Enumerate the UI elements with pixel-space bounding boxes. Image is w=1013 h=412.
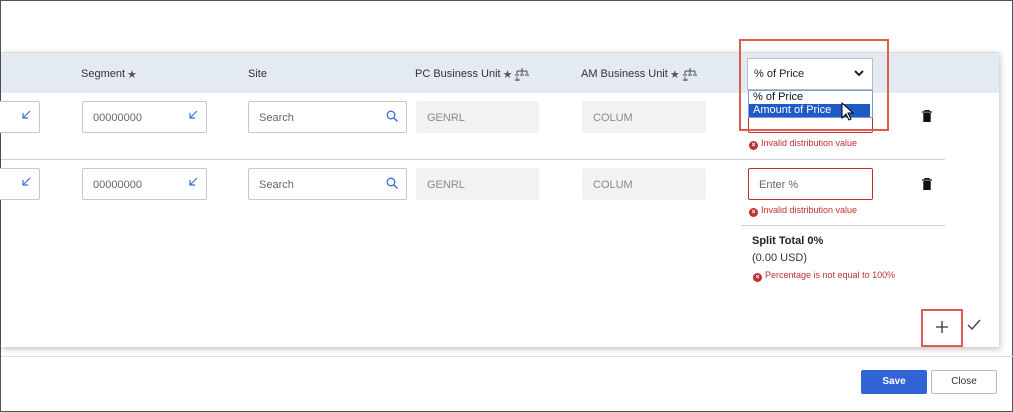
search-icon[interactable] bbox=[386, 177, 398, 192]
footer-divider bbox=[1, 356, 1013, 357]
required-star-icon: ★ bbox=[502, 69, 513, 81]
site-search-input[interactable]: Search bbox=[248, 101, 407, 133]
partial-field[interactable] bbox=[0, 168, 40, 200]
segment-field[interactable]: 00000000 bbox=[82, 168, 207, 200]
split-total-amount: (0.00 USD) bbox=[752, 252, 808, 264]
column-header-segment: Segment ★ bbox=[81, 68, 137, 81]
required-star-icon: ★ bbox=[669, 69, 680, 81]
site-search-input[interactable]: Search bbox=[248, 168, 407, 200]
required-star-icon: ★ bbox=[127, 69, 137, 81]
segment-field[interactable]: 00000000 bbox=[82, 101, 207, 133]
split-total-divider bbox=[741, 225, 945, 226]
plus-icon bbox=[936, 321, 948, 336]
partial-field[interactable] bbox=[0, 101, 40, 133]
highlight-box bbox=[739, 39, 889, 131]
row-error-message: × Invalid distribution value bbox=[749, 205, 857, 217]
search-icon[interactable] bbox=[386, 110, 398, 125]
column-header-am-business-unit: AM Business Unit ★ bbox=[581, 68, 697, 84]
pc-business-unit-field: GENRL bbox=[416, 168, 539, 200]
confirm-check-icon[interactable] bbox=[967, 319, 981, 334]
am-business-unit-field: COLUM bbox=[582, 168, 706, 200]
distribution-value-input[interactable]: Enter % bbox=[748, 168, 873, 200]
lookup-arrow-icon[interactable] bbox=[21, 110, 31, 123]
close-button[interactable]: Close bbox=[931, 370, 997, 394]
split-total-error: × Percentage is not equal to 100% bbox=[753, 270, 895, 282]
hierarchy-icon[interactable] bbox=[682, 68, 697, 84]
error-icon: × bbox=[749, 208, 758, 217]
lookup-arrow-icon[interactable] bbox=[188, 177, 198, 190]
error-icon: × bbox=[753, 273, 762, 282]
error-icon: × bbox=[749, 141, 758, 150]
lookup-arrow-icon[interactable] bbox=[21, 177, 31, 190]
row-error-message: × Invalid distribution value bbox=[749, 138, 857, 150]
am-business-unit-field: COLUM bbox=[582, 101, 706, 133]
mouse-pointer-icon bbox=[841, 101, 855, 125]
column-header-site: Site bbox=[248, 68, 267, 80]
split-total-title: Split Total 0% bbox=[752, 235, 824, 247]
lookup-arrow-icon[interactable] bbox=[188, 110, 198, 123]
hierarchy-icon[interactable] bbox=[515, 68, 530, 84]
pc-business-unit-field: GENRL bbox=[416, 101, 539, 133]
dialog-frame: Segment ★ Site PC Business Unit ★ AM Busin… bbox=[0, 0, 1013, 412]
row-divider bbox=[1, 159, 945, 160]
column-header-pc-business-unit: PC Business Unit ★ bbox=[415, 68, 530, 84]
delete-row-icon[interactable] bbox=[922, 109, 932, 125]
delete-row-icon[interactable] bbox=[922, 177, 932, 193]
add-row-button[interactable] bbox=[921, 309, 963, 347]
save-button[interactable]: Save bbox=[861, 370, 927, 394]
